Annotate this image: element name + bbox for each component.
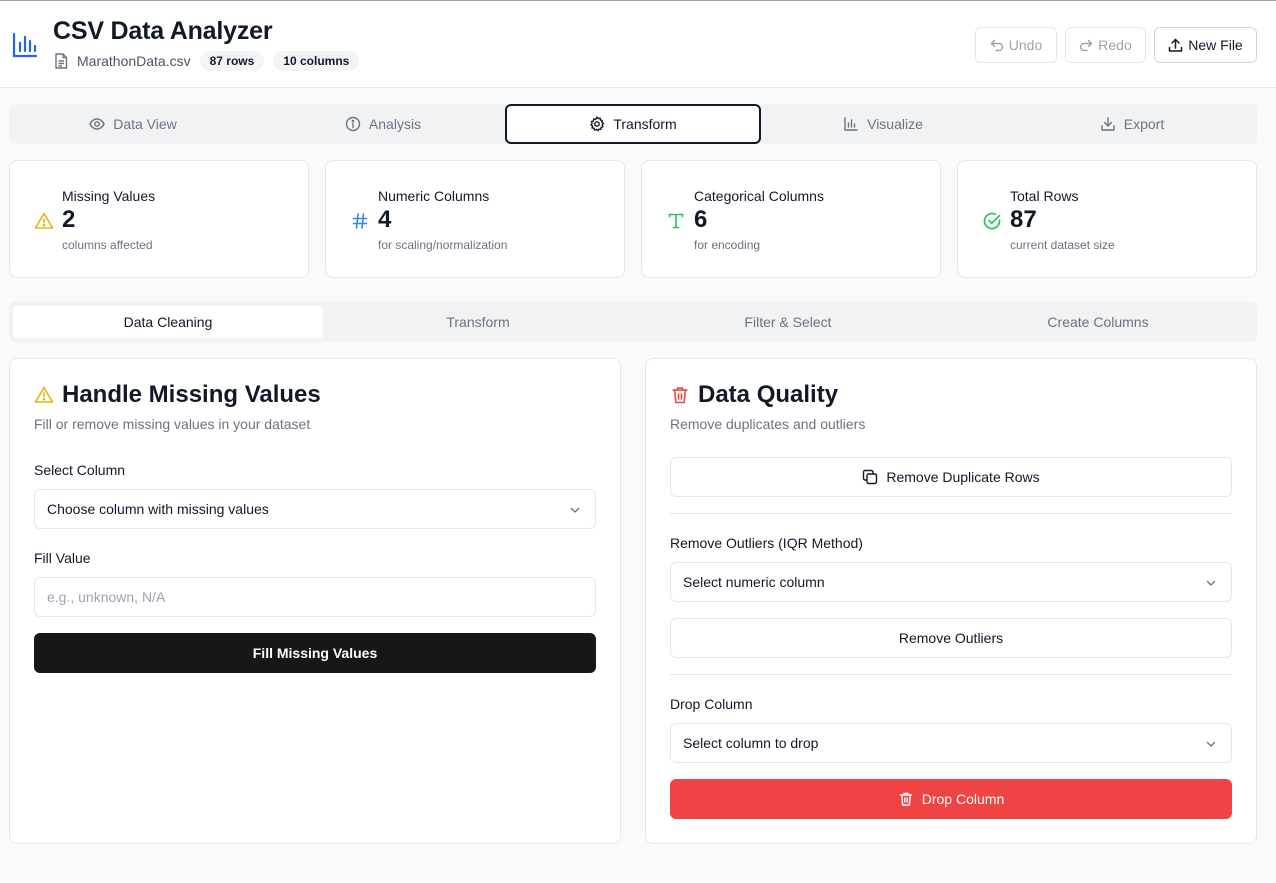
upload-icon <box>1169 38 1183 52</box>
missing-values-panel: Handle Missing Values Fill or remove mis… <box>9 358 621 844</box>
drop-column-select[interactable]: Select column to drop <box>670 723 1232 763</box>
type-icon <box>668 213 684 229</box>
fill-value-label: Fill Value <box>34 550 91 566</box>
stat-value: 87 <box>1010 206 1037 233</box>
info-icon <box>345 116 361 132</box>
columns-badge: 10 columns <box>273 51 360 71</box>
stat-card-total-rows: Total Rows 87 current dataset size <box>957 160 1257 278</box>
panel-description: Fill or remove missing values in your da… <box>34 416 311 432</box>
chevron-down-icon <box>1206 741 1216 747</box>
file-icon <box>55 53 68 69</box>
stat-card-numeric-columns: Numeric Columns 4 for scaling/normalizat… <box>325 160 625 278</box>
stat-card-missing-values: Missing Values 2 columns affected <box>9 160 309 278</box>
stat-value: 6 <box>694 206 708 233</box>
tab-export[interactable]: Export <box>1007 104 1257 144</box>
bar-chart-icon <box>12 32 38 58</box>
trash-icon <box>899 792 912 806</box>
outliers-column-select[interactable]: Select numeric column <box>670 562 1232 602</box>
sub-tabs: Data Cleaning Transform Filter & Select … <box>9 302 1257 342</box>
subtab-transform[interactable]: Transform <box>323 306 633 338</box>
hash-icon <box>352 213 368 229</box>
outliers-label: Remove Outliers (IQR Method) <box>670 535 863 551</box>
check-circle-icon <box>983 212 1001 230</box>
subtab-filter-select[interactable]: Filter & Select <box>633 306 943 338</box>
bar-chart-icon <box>844 117 858 131</box>
tab-transform[interactable]: Transform <box>505 104 761 144</box>
copy-icon <box>863 469 878 485</box>
main-tabs: Data View Analysis Transform Visualize E… <box>9 104 1257 144</box>
drop-column-button[interactable]: Drop Column <box>670 779 1232 819</box>
download-icon <box>1101 117 1115 131</box>
missing-column-select[interactable]: Choose column with missing values <box>34 489 596 529</box>
stat-subtext: for encoding <box>694 238 761 252</box>
stat-card-categorical-columns: Categorical Columns 6 for encoding <box>641 160 941 278</box>
redo-button[interactable]: Redo <box>1065 27 1146 63</box>
select-column-label: Select Column <box>34 462 126 478</box>
warning-icon <box>34 212 54 229</box>
stat-label: Categorical Columns <box>694 188 824 204</box>
stat-subtext: current dataset size <box>1010 238 1115 252</box>
new-file-button[interactable]: New File <box>1154 27 1257 63</box>
data-quality-panel: Data Quality Remove duplicates and outli… <box>645 358 1257 844</box>
stat-value: 4 <box>378 206 392 233</box>
tab-data-view[interactable]: Data View <box>9 104 257 144</box>
panel-title: Handle Missing Values <box>34 381 321 409</box>
eye-icon <box>89 118 106 130</box>
file-name: MarathonData.csv <box>77 53 191 69</box>
fill-value-input[interactable] <box>34 577 596 617</box>
warning-icon <box>34 386 54 403</box>
stat-value: 2 <box>62 206 76 233</box>
drop-column-label: Drop Column <box>670 696 753 712</box>
stat-label: Total Rows <box>1010 188 1079 204</box>
divider <box>670 674 1232 675</box>
fill-missing-values-button[interactable]: Fill Missing Values <box>34 633 596 673</box>
panel-description: Remove duplicates and outliers <box>670 416 866 432</box>
stat-subtext: columns affected <box>62 238 153 252</box>
undo-icon <box>990 39 1003 52</box>
gear-icon <box>590 116 605 132</box>
app-header: CSV Data Analyzer MarathonData.csv 87 ro… <box>0 1 1276 88</box>
stat-label: Missing Values <box>62 188 156 204</box>
undo-button[interactable]: Undo <box>975 27 1057 63</box>
divider <box>670 513 1232 514</box>
remove-outliers-button[interactable]: Remove Outliers <box>670 618 1232 658</box>
tab-visualize[interactable]: Visualize <box>759 104 1007 144</box>
panel-title: Data Quality <box>670 381 838 409</box>
file-info: MarathonData.csv 87 rows 10 columns <box>54 51 368 71</box>
chevron-down-icon <box>570 507 580 513</box>
chevron-down-icon <box>1206 580 1216 586</box>
stat-label: Numeric Columns <box>378 188 490 204</box>
subtab-create-columns[interactable]: Create Columns <box>943 306 1253 338</box>
subtab-data-cleaning[interactable]: Data Cleaning <box>13 306 323 338</box>
redo-icon <box>1080 39 1093 52</box>
remove-duplicate-rows-button[interactable]: Remove Duplicate Rows <box>670 457 1232 497</box>
stat-subtext: for scaling/normalization <box>378 238 508 252</box>
app-title: CSV Data Analyzer <box>53 17 273 45</box>
tab-analysis[interactable]: Analysis <box>259 104 507 144</box>
rows-badge: 87 rows <box>199 51 265 71</box>
trash-icon <box>672 387 688 404</box>
